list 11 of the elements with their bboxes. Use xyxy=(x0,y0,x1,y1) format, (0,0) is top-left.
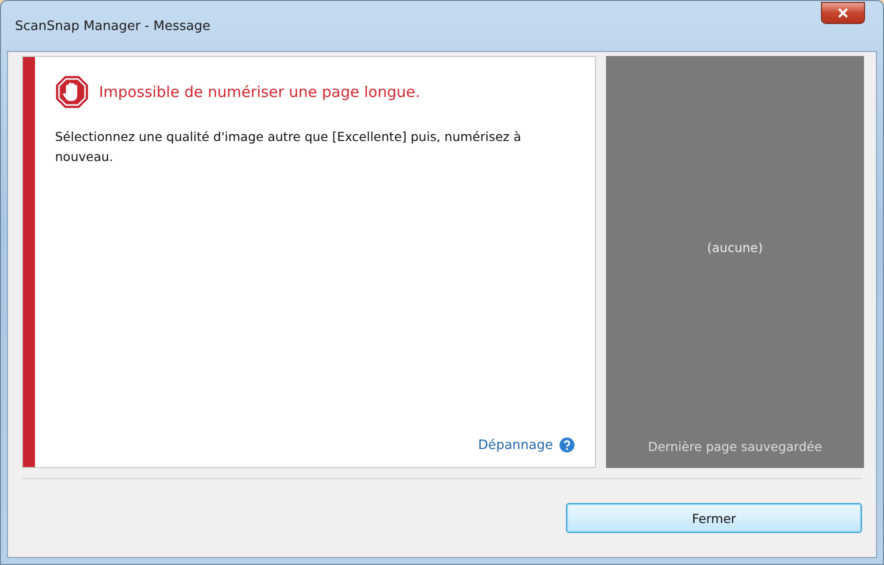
error-heading: Impossible de numériser une page longue. xyxy=(99,83,420,101)
message-text: Sélectionnez une qualité d'image autre que [Excellente] puis, numérisez à nouveau. xyxy=(55,128,522,166)
stop-hand-icon xyxy=(55,75,89,109)
troubleshooting-link[interactable]: Dépannage xyxy=(478,438,553,452)
preview-caption: Dernière page sauvegardée xyxy=(648,439,822,454)
help-icon[interactable] xyxy=(559,437,575,453)
close-button[interactable] xyxy=(821,2,865,24)
close-dialog-button[interactable]: Fermer xyxy=(566,503,862,533)
no-page-label: (aucune) xyxy=(707,240,763,255)
window-title: ScanSnap Manager - Message xyxy=(15,18,210,34)
close-icon xyxy=(838,8,848,18)
